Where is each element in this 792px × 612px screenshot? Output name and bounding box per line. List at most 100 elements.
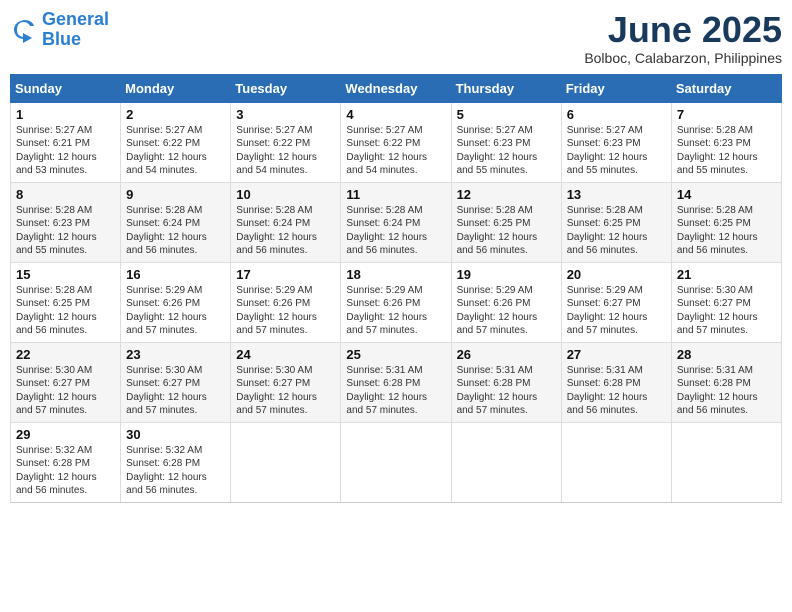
day-number: 21	[677, 267, 776, 282]
calendar-cell: 11 Sunrise: 5:28 AM Sunset: 6:24 PM Dayl…	[341, 182, 451, 262]
day-number: 14	[677, 187, 776, 202]
day-info: Sunrise: 5:28 AM Sunset: 6:25 PM Dayligh…	[16, 284, 115, 338]
day-number: 9	[126, 187, 225, 202]
day-number: 12	[457, 187, 556, 202]
day-info: Sunrise: 5:31 AM Sunset: 6:28 PM Dayligh…	[567, 364, 666, 418]
calendar-cell: 22 Sunrise: 5:30 AM Sunset: 6:27 PM Dayl…	[11, 342, 121, 422]
day-info: Sunrise: 5:27 AM Sunset: 6:23 PM Dayligh…	[567, 124, 666, 178]
day-info: Sunrise: 5:28 AM Sunset: 6:24 PM Dayligh…	[236, 204, 335, 258]
calendar-cell: 8 Sunrise: 5:28 AM Sunset: 6:23 PM Dayli…	[11, 182, 121, 262]
day-info: Sunrise: 5:31 AM Sunset: 6:28 PM Dayligh…	[346, 364, 445, 418]
logo-icon	[10, 16, 38, 44]
title-area: June 2025 Bolboc, Calabarzon, Philippine…	[584, 10, 782, 66]
weekday-header-saturday: Saturday	[671, 74, 781, 102]
calendar-cell: 30 Sunrise: 5:32 AM Sunset: 6:28 PM Dayl…	[121, 422, 231, 502]
calendar-cell: 28 Sunrise: 5:31 AM Sunset: 6:28 PM Dayl…	[671, 342, 781, 422]
day-number: 13	[567, 187, 666, 202]
month-title: June 2025	[584, 10, 782, 50]
week-row-5: 29 Sunrise: 5:32 AM Sunset: 6:28 PM Dayl…	[11, 422, 782, 502]
day-info: Sunrise: 5:27 AM Sunset: 6:22 PM Dayligh…	[236, 124, 335, 178]
day-number: 2	[126, 107, 225, 122]
day-info: Sunrise: 5:29 AM Sunset: 6:27 PM Dayligh…	[567, 284, 666, 338]
day-number: 1	[16, 107, 115, 122]
day-number: 24	[236, 347, 335, 362]
day-number: 5	[457, 107, 556, 122]
calendar-cell: 25 Sunrise: 5:31 AM Sunset: 6:28 PM Dayl…	[341, 342, 451, 422]
day-info: Sunrise: 5:29 AM Sunset: 6:26 PM Dayligh…	[457, 284, 556, 338]
day-info: Sunrise: 5:27 AM Sunset: 6:21 PM Dayligh…	[16, 124, 115, 178]
logo: General Blue	[10, 10, 109, 50]
weekday-header-sunday: Sunday	[11, 74, 121, 102]
weekday-header-wednesday: Wednesday	[341, 74, 451, 102]
day-info: Sunrise: 5:30 AM Sunset: 6:27 PM Dayligh…	[236, 364, 335, 418]
day-number: 27	[567, 347, 666, 362]
calendar-cell	[451, 422, 561, 502]
calendar-cell: 23 Sunrise: 5:30 AM Sunset: 6:27 PM Dayl…	[121, 342, 231, 422]
day-info: Sunrise: 5:32 AM Sunset: 6:28 PM Dayligh…	[126, 444, 225, 498]
day-number: 28	[677, 347, 776, 362]
calendar-cell: 15 Sunrise: 5:28 AM Sunset: 6:25 PM Dayl…	[11, 262, 121, 342]
calendar-cell: 18 Sunrise: 5:29 AM Sunset: 6:26 PM Dayl…	[341, 262, 451, 342]
day-info: Sunrise: 5:28 AM Sunset: 6:25 PM Dayligh…	[457, 204, 556, 258]
day-info: Sunrise: 5:27 AM Sunset: 6:22 PM Dayligh…	[346, 124, 445, 178]
calendar-cell: 24 Sunrise: 5:30 AM Sunset: 6:27 PM Dayl…	[231, 342, 341, 422]
calendar-cell: 26 Sunrise: 5:31 AM Sunset: 6:28 PM Dayl…	[451, 342, 561, 422]
day-info: Sunrise: 5:30 AM Sunset: 6:27 PM Dayligh…	[16, 364, 115, 418]
day-info: Sunrise: 5:31 AM Sunset: 6:28 PM Dayligh…	[677, 364, 776, 418]
day-info: Sunrise: 5:32 AM Sunset: 6:28 PM Dayligh…	[16, 444, 115, 498]
day-number: 8	[16, 187, 115, 202]
day-info: Sunrise: 5:30 AM Sunset: 6:27 PM Dayligh…	[677, 284, 776, 338]
calendar-cell: 9 Sunrise: 5:28 AM Sunset: 6:24 PM Dayli…	[121, 182, 231, 262]
day-number: 19	[457, 267, 556, 282]
day-number: 6	[567, 107, 666, 122]
day-number: 17	[236, 267, 335, 282]
day-number: 29	[16, 427, 115, 442]
day-info: Sunrise: 5:31 AM Sunset: 6:28 PM Dayligh…	[457, 364, 556, 418]
day-info: Sunrise: 5:29 AM Sunset: 6:26 PM Dayligh…	[126, 284, 225, 338]
day-number: 7	[677, 107, 776, 122]
calendar-cell: 21 Sunrise: 5:30 AM Sunset: 6:27 PM Dayl…	[671, 262, 781, 342]
week-row-3: 15 Sunrise: 5:28 AM Sunset: 6:25 PM Dayl…	[11, 262, 782, 342]
calendar-cell: 10 Sunrise: 5:28 AM Sunset: 6:24 PM Dayl…	[231, 182, 341, 262]
day-number: 23	[126, 347, 225, 362]
calendar-cell: 6 Sunrise: 5:27 AM Sunset: 6:23 PM Dayli…	[561, 102, 671, 182]
week-row-4: 22 Sunrise: 5:30 AM Sunset: 6:27 PM Dayl…	[11, 342, 782, 422]
day-info: Sunrise: 5:30 AM Sunset: 6:27 PM Dayligh…	[126, 364, 225, 418]
calendar-cell: 7 Sunrise: 5:28 AM Sunset: 6:23 PM Dayli…	[671, 102, 781, 182]
day-number: 4	[346, 107, 445, 122]
day-info: Sunrise: 5:28 AM Sunset: 6:25 PM Dayligh…	[567, 204, 666, 258]
day-number: 11	[346, 187, 445, 202]
calendar-cell: 3 Sunrise: 5:27 AM Sunset: 6:22 PM Dayli…	[231, 102, 341, 182]
day-number: 18	[346, 267, 445, 282]
calendar-table: SundayMondayTuesdayWednesdayThursdayFrid…	[10, 74, 782, 503]
day-number: 25	[346, 347, 445, 362]
calendar-cell: 17 Sunrise: 5:29 AM Sunset: 6:26 PM Dayl…	[231, 262, 341, 342]
day-number: 26	[457, 347, 556, 362]
calendar-cell: 1 Sunrise: 5:27 AM Sunset: 6:21 PM Dayli…	[11, 102, 121, 182]
weekday-header-thursday: Thursday	[451, 74, 561, 102]
logo-text: General Blue	[42, 10, 109, 50]
day-info: Sunrise: 5:29 AM Sunset: 6:26 PM Dayligh…	[236, 284, 335, 338]
day-number: 15	[16, 267, 115, 282]
day-info: Sunrise: 5:27 AM Sunset: 6:22 PM Dayligh…	[126, 124, 225, 178]
day-number: 10	[236, 187, 335, 202]
weekday-header-friday: Friday	[561, 74, 671, 102]
calendar-cell	[561, 422, 671, 502]
calendar-cell: 12 Sunrise: 5:28 AM Sunset: 6:25 PM Dayl…	[451, 182, 561, 262]
day-info: Sunrise: 5:28 AM Sunset: 6:24 PM Dayligh…	[126, 204, 225, 258]
calendar-cell: 19 Sunrise: 5:29 AM Sunset: 6:26 PM Dayl…	[451, 262, 561, 342]
day-number: 22	[16, 347, 115, 362]
calendar-cell: 14 Sunrise: 5:28 AM Sunset: 6:25 PM Dayl…	[671, 182, 781, 262]
calendar-cell: 20 Sunrise: 5:29 AM Sunset: 6:27 PM Dayl…	[561, 262, 671, 342]
day-number: 20	[567, 267, 666, 282]
calendar-cell: 29 Sunrise: 5:32 AM Sunset: 6:28 PM Dayl…	[11, 422, 121, 502]
calendar-cell: 5 Sunrise: 5:27 AM Sunset: 6:23 PM Dayli…	[451, 102, 561, 182]
day-number: 30	[126, 427, 225, 442]
weekday-header-row: SundayMondayTuesdayWednesdayThursdayFrid…	[11, 74, 782, 102]
week-row-2: 8 Sunrise: 5:28 AM Sunset: 6:23 PM Dayli…	[11, 182, 782, 262]
day-info: Sunrise: 5:28 AM Sunset: 6:25 PM Dayligh…	[677, 204, 776, 258]
calendar-cell: 2 Sunrise: 5:27 AM Sunset: 6:22 PM Dayli…	[121, 102, 231, 182]
day-number: 16	[126, 267, 225, 282]
calendar-cell	[341, 422, 451, 502]
day-info: Sunrise: 5:28 AM Sunset: 6:23 PM Dayligh…	[16, 204, 115, 258]
